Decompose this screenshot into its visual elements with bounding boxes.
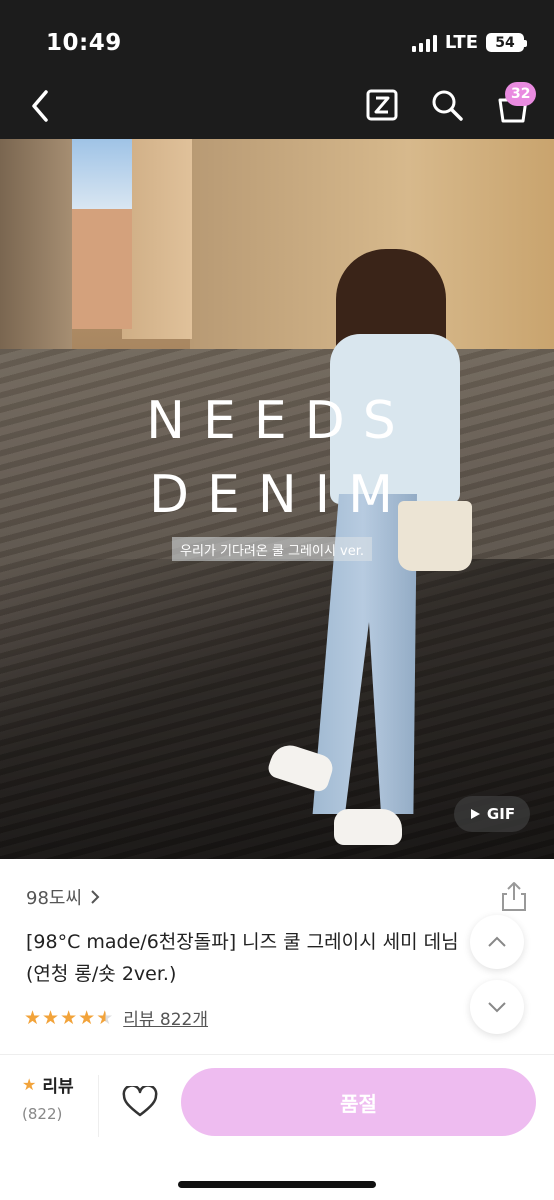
review-count: (822) <box>22 1105 63 1123</box>
review-label: 리뷰 <box>42 1077 74 1097</box>
home-indicator <box>178 1181 376 1188</box>
review-count-link[interactable]: 리뷰 822개 <box>123 1005 208 1030</box>
hero-title-line1: NEEDS <box>146 391 414 451</box>
divider <box>98 1075 99 1137</box>
signal-icon <box>411 34 437 52</box>
chevron-up-icon <box>488 936 506 947</box>
review-summary[interactable]: ★ 리뷰 (822) <box>22 1072 102 1123</box>
model-shoe-right <box>334 809 402 845</box>
network-label: LTE <box>444 32 478 53</box>
product-title: [98°C made/6천장돌파] 니즈 쿨 그레이시 세미 데님 (연청 롱/… <box>26 931 459 985</box>
chevron-down-icon <box>488 1002 506 1013</box>
gif-play-button[interactable]: GIF <box>454 796 530 832</box>
scroll-up-button[interactable] <box>470 915 524 969</box>
search-icon[interactable] <box>430 88 464 122</box>
star-icon: ★ <box>78 1006 96 1029</box>
half-star-icon: ★ <box>96 1006 114 1029</box>
gif-label: GIF <box>486 805 516 823</box>
battery-level: 54 <box>495 34 515 51</box>
chevron-right-icon <box>91 890 100 904</box>
star-rating: ★ ★ ★ ★ ★ <box>24 1007 113 1029</box>
star-icon: ★ <box>42 1006 60 1029</box>
battery-icon: 54 <box>486 33 527 52</box>
review-label-row: ★ 리뷰 <box>22 1072 102 1097</box>
product-hero-image[interactable]: NEEDS DENIM 우리가 기다려온 쿨 그레이시 ver. GIF <box>0 139 554 859</box>
hero-title-line2: DENIM <box>149 465 411 525</box>
status-time: 10:49 <box>46 30 122 56</box>
sold-out-button[interactable]: 품절 <box>181 1068 536 1136</box>
building-center <box>122 139 192 339</box>
hero-subtitle: 우리가 기다려온 쿨 그레이시 ver. <box>172 537 373 561</box>
heart-icon[interactable] <box>122 1086 158 1118</box>
shop-name-link[interactable]: 98도씨 <box>26 884 100 910</box>
top-bar: 10:49 LTE 54 32 <box>0 0 554 139</box>
star-icon: ★ <box>60 1006 78 1029</box>
cart-count-badge: 32 <box>505 82 537 106</box>
play-icon <box>470 809 480 819</box>
star-icon: ★ <box>22 1075 37 1094</box>
z-box-icon[interactable] <box>366 89 398 121</box>
scroll-down-button[interactable] <box>470 980 524 1034</box>
rating-row: ★ ★ ★ ★ ★ 리뷰 822개 <box>24 1005 208 1031</box>
star-icon: ★ <box>24 1006 42 1029</box>
sky <box>62 139 132 209</box>
shop-name: 98도씨 <box>26 888 83 909</box>
share-icon[interactable] <box>500 880 528 912</box>
building-far <box>62 209 132 329</box>
chevron-left-icon[interactable] <box>24 86 58 126</box>
status-indicators: LTE 54 <box>411 32 527 53</box>
